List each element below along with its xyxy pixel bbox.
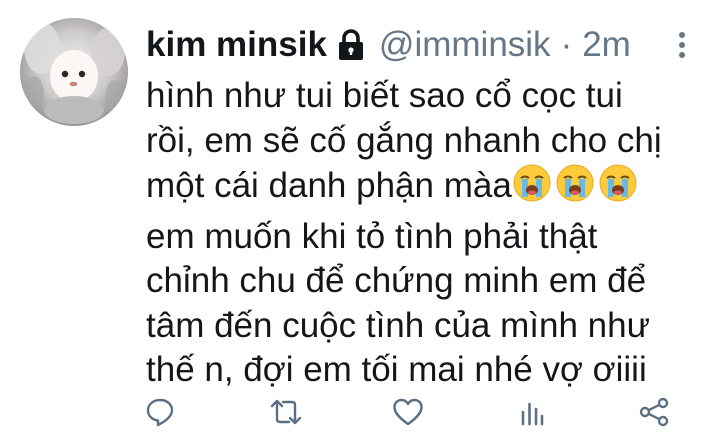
retweet-icon[interactable] [266,392,306,432]
tweet-text-line: hình như tui biết sao cổ cọc tui [146,76,623,115]
separator-dot: · [560,25,573,64]
tweet-text-line: tâm đến cuộc tình của mình như [146,305,650,345]
crying-face-emoji-icon [512,163,552,215]
tweet-actions [140,392,680,432]
lock-icon [337,29,365,61]
crying-face-emoji-icon [598,163,638,215]
tweet-text-line-with-emoji: một cái danh phận màa [146,163,706,215]
tweet-text-line: em muốn khi tỏ tình phải thật [146,216,598,256]
share-icon[interactable] [634,392,674,432]
tweet-text-line: một cái danh phận màa [146,166,512,205]
tweet-text-line: thế n, đợi em tối mai nhé vợ ơiiii [146,350,647,389]
tweet-timestamp[interactable]: 2m [582,25,631,65]
tweet-text-line: chỉnh chu để chứng minh em để [146,261,647,300]
tweet-header: kim minsik @imminsik · 2m [146,22,698,68]
avatar-image [20,18,128,126]
reply-icon[interactable] [140,392,180,432]
author-name[interactable]: kim minsik [146,25,327,65]
like-icon[interactable] [388,392,428,432]
tweet-text-line: rồi, em sẽ cố gắng nhanh cho chị [146,120,662,160]
tweet-text: hình như tui biết sao cổ cọc tui rồi, em… [146,74,706,393]
tweet-card: kim minsik @imminsik · 2m hình như tui b… [0,0,718,445]
more-options-icon[interactable] [672,28,692,62]
crying-face-emoji-icon [555,163,595,215]
avatar[interactable] [20,18,128,126]
author-handle[interactable]: @imminsik [379,25,551,65]
analytics-icon[interactable] [512,392,552,432]
